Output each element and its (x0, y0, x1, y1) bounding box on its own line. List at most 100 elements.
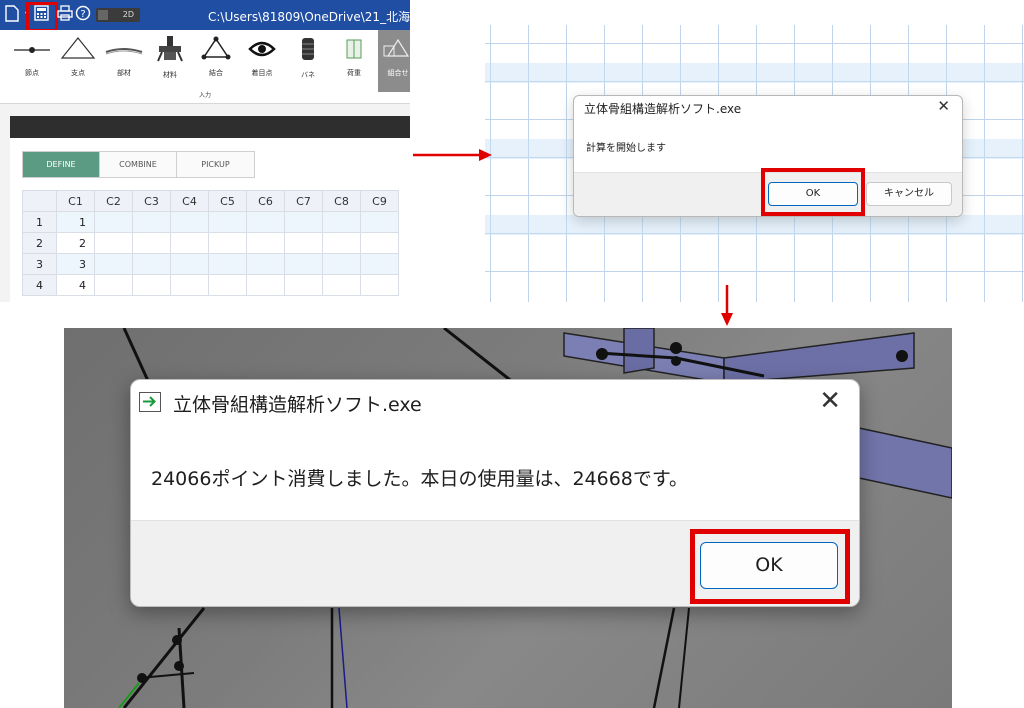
table-cell[interactable] (94, 232, 133, 254)
column-header[interactable]: C7 (284, 190, 323, 212)
ok-button-highlight (761, 168, 865, 216)
node-point (174, 661, 184, 671)
table-cell[interactable] (322, 253, 361, 275)
column-header[interactable]: C2 (94, 190, 133, 212)
column-header[interactable]: C3 (132, 190, 171, 212)
table-cell[interactable] (94, 253, 133, 275)
table-cell[interactable] (284, 253, 323, 275)
combine-sheet: DEFINE COMBINE PICKUP C1 C2 C3 C4 C5 C6 … (10, 138, 410, 302)
table-cell[interactable] (208, 253, 247, 275)
cancel-button[interactable]: キャンセル (866, 182, 952, 206)
frame-line (122, 607, 206, 708)
column-header[interactable]: C1 (56, 190, 95, 212)
table-cell[interactable] (132, 274, 171, 296)
column-header[interactable]: C6 (246, 190, 285, 212)
row-header[interactable]: 1 (22, 211, 57, 233)
row-header[interactable]: 3 (22, 253, 57, 275)
table-cell[interactable] (322, 211, 361, 233)
ribbon-node-button[interactable]: 節点 (10, 36, 54, 78)
column-header[interactable]: C5 (208, 190, 247, 212)
table-cell[interactable] (170, 211, 209, 233)
tab-define[interactable]: DEFINE (23, 152, 100, 177)
help-icon[interactable]: ? (74, 5, 92, 23)
header-row: C1 C2 C3 C4 C5 C6 C7 C8 C9 (22, 190, 399, 212)
axis-line (118, 682, 140, 708)
table-cell[interactable] (246, 253, 285, 275)
table-cell[interactable]: 1 (56, 211, 95, 233)
column-header[interactable]: C8 (322, 190, 361, 212)
table-cell[interactable] (246, 232, 285, 254)
table-cell[interactable]: 3 (56, 253, 95, 275)
load-icon (346, 39, 362, 59)
ribbon-group-label: 入力 (198, 92, 211, 99)
node-point (670, 342, 682, 354)
ribbon-toolbar: 節点 支点 部材 材料 結合 着目点 バネ 荷重 組合せ 入力 (0, 30, 410, 104)
table-cell[interactable] (360, 211, 399, 233)
data-grid: C1 C2 C3 C4 C5 C6 C7 C8 C9 1 1 2 2 3 3 4… (22, 190, 399, 296)
table-cell[interactable] (94, 211, 133, 233)
column-header[interactable]: C4 (170, 190, 209, 212)
result-screenshot: 立体骨組構造解析ソフト.exe ✕ 24066ポイント消費しました。本日の使用量… (64, 328, 952, 708)
row-header[interactable]: 4 (22, 274, 57, 296)
table-cell[interactable] (246, 274, 285, 296)
table-cell[interactable] (132, 211, 171, 233)
ribbon-combine-button[interactable]: 組合せ (378, 30, 410, 92)
table-cell[interactable] (322, 232, 361, 254)
frame-line (138, 672, 195, 679)
node-icon (14, 47, 50, 53)
axis-line (338, 607, 348, 708)
table-cell[interactable] (284, 232, 323, 254)
sheet-header-bar (10, 116, 410, 138)
column-header[interactable]: C9 (360, 190, 399, 212)
joint-icon (201, 36, 231, 60)
table-cell[interactable] (284, 274, 323, 296)
table-cell[interactable] (360, 274, 399, 296)
dialog-title: 立体骨組構造解析ソフト.exe (173, 394, 422, 416)
close-icon[interactable]: ✕ (937, 97, 950, 115)
member-icon (105, 48, 143, 55)
table-cell[interactable] (360, 253, 399, 275)
ribbon-material-button[interactable]: 材料 (148, 36, 192, 80)
node-point (896, 350, 908, 362)
ribbon-joint-button[interactable]: 結合 (194, 36, 238, 78)
table-cell[interactable] (170, 274, 209, 296)
member-plate (623, 328, 655, 374)
table-cell[interactable] (284, 211, 323, 233)
ribbon-member-button[interactable]: 部材 (102, 36, 146, 78)
table-cell[interactable]: 4 (56, 274, 95, 296)
table-cell[interactable]: 2 (56, 232, 95, 254)
ok-button-highlight (690, 529, 850, 604)
print-icon[interactable] (56, 5, 74, 23)
table-cell[interactable] (208, 232, 247, 254)
table-cell[interactable] (360, 232, 399, 254)
table-cell[interactable] (322, 274, 361, 296)
table-cell[interactable] (94, 274, 133, 296)
combine-icon (383, 38, 410, 57)
mode-toggle[interactable]: 2D (96, 8, 140, 22)
mode-label: 2D (122, 10, 134, 19)
table-cell[interactable] (170, 253, 209, 275)
ribbon-support-button[interactable]: 支点 (56, 36, 100, 78)
table-cell[interactable] (132, 253, 171, 275)
calculator-highlight (26, 2, 58, 32)
tab-pickup[interactable]: PICKUP (177, 152, 254, 177)
ribbon-load-button[interactable]: 荷重 (332, 36, 376, 78)
table-cell[interactable] (246, 211, 285, 233)
ribbon-spring-button[interactable]: バネ (286, 36, 330, 80)
row-header[interactable]: 2 (22, 232, 57, 254)
ribbon-focus-point-button[interactable]: 着目点 (240, 36, 284, 78)
frame-line (652, 607, 676, 708)
table-cell[interactable] (132, 232, 171, 254)
table-row: 4 4 (22, 274, 399, 296)
file-path: C:\Users\81809\OneDrive\21_北海道新 (208, 10, 410, 24)
table-row: 1 1 (22, 211, 399, 233)
node-point (172, 635, 182, 645)
frame-line (443, 328, 515, 385)
table-cell[interactable] (170, 232, 209, 254)
tab-combine[interactable]: COMBINE (100, 152, 177, 177)
table-row: 2 2 (22, 232, 399, 254)
table-cell[interactable] (208, 211, 247, 233)
node-point (671, 356, 681, 366)
close-icon[interactable]: ✕ (819, 386, 841, 416)
table-cell[interactable] (208, 274, 247, 296)
